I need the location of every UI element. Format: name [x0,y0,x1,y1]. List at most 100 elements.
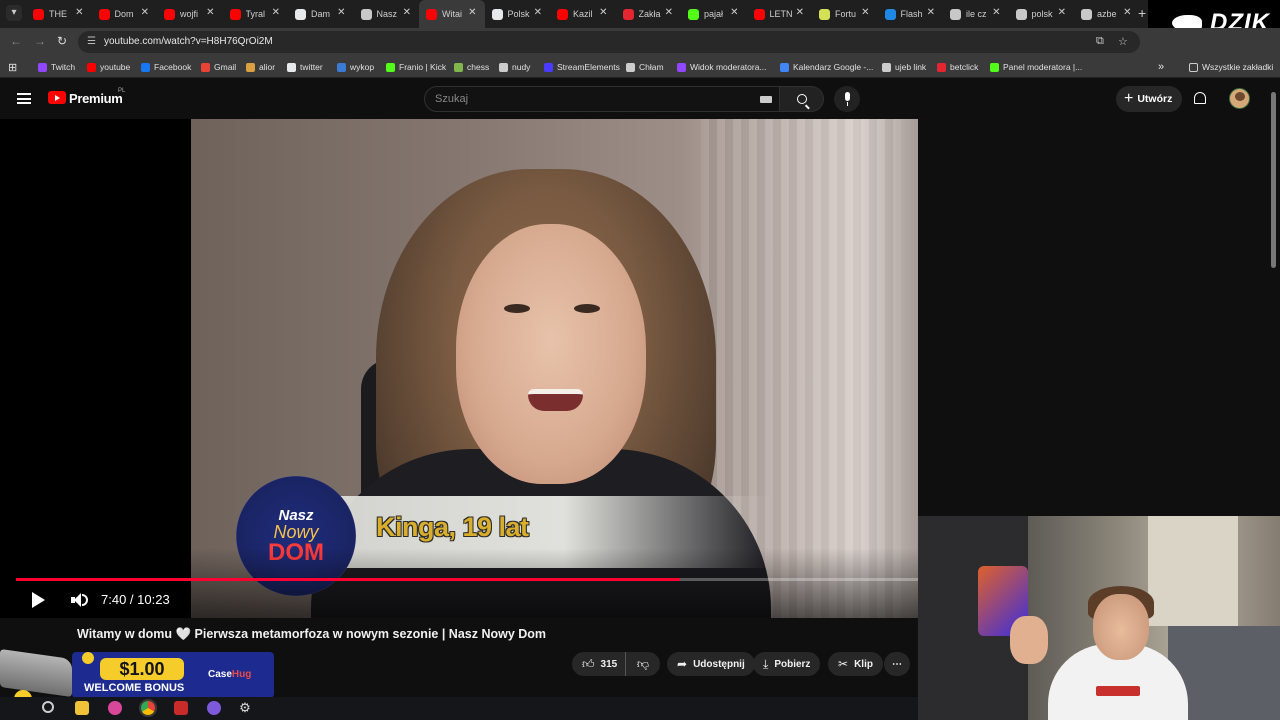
site-info-icon[interactable]: ☰ [87,36,96,47]
youtube-logo-icon[interactable] [48,91,66,104]
bookmark-item[interactable]: nudy [499,56,530,78]
new-tab-button[interactable]: + [1138,6,1146,20]
browser-tab[interactable]: Dam ✕ [288,0,354,28]
browser-tab[interactable]: pajał ✕ [681,0,747,28]
bookmark-item[interactable]: StreamElements [544,56,620,78]
browser-tab[interactable]: Zakła ✕ [616,0,682,28]
browser-tab[interactable]: Witai ✕ [419,0,485,28]
bookmark-item[interactable]: alior [246,56,275,78]
bookmark-favicon-icon [287,62,296,72]
tab-close-icon[interactable]: ✕ [796,8,804,18]
browser-tab[interactable]: azbe ✕ [1074,0,1140,28]
tab-search-menu-button[interactable]: ▾ [6,5,22,21]
tab-close-icon[interactable]: ✕ [468,8,476,18]
back-arrow-icon[interactable]: ← [10,34,22,48]
tab-close-icon[interactable]: ✕ [1123,8,1131,18]
bookmark-star-icon[interactable]: ☆ [1118,35,1128,48]
bookmark-item[interactable]: Widok moderatora... [677,56,767,78]
bookmark-item[interactable]: Facebook [141,56,191,78]
bookmark-item[interactable]: Gmail [201,56,236,78]
browser-tab[interactable]: Polsk ✕ [485,0,551,28]
address-bar[interactable]: ☰ youtube.com/watch?v=H8H76QrOi2M ⧉ ☆ [78,31,1140,53]
share-button[interactable]: ➦ Udostępnij [667,652,755,676]
browser-tab[interactable]: polsk ✕ [1009,0,1075,28]
right-eye [574,304,600,313]
apps-grid-icon[interactable]: ⊞ [8,56,17,78]
browser-tab[interactable]: Kazil ✕ [550,0,616,28]
reload-icon[interactable]: ↻ [57,34,67,48]
bookmark-item[interactable]: Twitch [38,56,75,78]
tab-favicon-icon [819,8,830,20]
tab-close-icon[interactable]: ✕ [599,8,607,18]
tab-close-icon[interactable]: ✕ [861,8,869,18]
file-explorer-icon[interactable] [75,701,89,715]
bookmark-item[interactable]: Franio | Kick [386,56,446,78]
tab-close-icon[interactable]: ✕ [1058,8,1066,18]
tab-close-icon[interactable]: ✕ [403,8,411,18]
tab-close-icon[interactable]: ✕ [665,8,673,18]
browser-tab[interactable]: THE ✕ [26,0,92,28]
search-button[interactable] [780,86,824,112]
tab-close-icon[interactable]: ✕ [730,8,738,18]
browser-tab[interactable]: Nasz ✕ [354,0,420,28]
like-button[interactable]: 👍︎ 315 [572,652,626,676]
download-button[interactable]: ⤓ Pobierz [753,652,821,676]
bookmark-item[interactable]: chess [454,56,489,78]
tab-close-icon[interactable]: ✕ [992,8,1000,18]
search-input[interactable]: Szukaj [424,86,780,112]
taskbar-app-icon[interactable] [207,701,221,715]
browser-tab[interactable]: Tyral ✕ [223,0,289,28]
bookmark-item[interactable]: Chłam [626,56,664,78]
bookmark-item[interactable]: wykop [337,56,374,78]
play-icon[interactable] [32,592,45,608]
tab-close-icon[interactable]: ✕ [272,8,280,18]
url-text[interactable]: youtube.com/watch?v=H8H76QrOi2M [104,36,273,47]
tab-close-icon[interactable]: ✕ [534,8,542,18]
search-icon [796,94,807,104]
dislike-button[interactable]: 👎︎ [626,657,660,672]
bookmark-item[interactable]: Kalendarz Google -... [780,56,873,78]
menu-hamburger-icon[interactable] [17,93,31,104]
clip-button[interactable]: ✂ Klip [828,652,883,676]
page-scrollbar[interactable] [1271,92,1276,268]
tab-label: Dam [311,9,331,19]
bookmark-item[interactable]: youtube [87,56,130,78]
taskbar-search-icon[interactable] [42,701,54,713]
chrome-icon[interactable] [141,701,155,715]
install-app-icon[interactable]: ⧉ [1096,35,1104,48]
tab-close-icon[interactable]: ✕ [141,8,149,18]
browser-tab[interactable]: Fortu ✕ [812,0,878,28]
tab-close-icon[interactable]: ✕ [206,8,214,18]
tab-label: Witai [442,9,462,19]
tab-close-icon[interactable]: ✕ [337,8,345,18]
create-button[interactable]: + Utwórz [1116,86,1182,112]
progress-bar[interactable] [16,578,918,581]
avatar[interactable] [1229,88,1250,109]
bookmark-item[interactable]: betclick [937,56,978,78]
bookmark-item[interactable]: ujeb link [882,56,926,78]
browser-tab[interactable]: ile cz ✕ [943,0,1009,28]
bookmark-item[interactable]: twitter [287,56,323,78]
all-bookmarks-folder[interactable]: Wszystkie zakładki [1189,56,1273,78]
browser-tab[interactable]: Flash ✕ [878,0,944,28]
taskbar-app-icon[interactable] [174,701,188,715]
webcam-streamer-hand [1010,616,1048,664]
browser-tab[interactable]: wojfi ✕ [157,0,223,28]
video-player[interactable]: Kinga, 19 lat Nasz Nowy DOM 7:40 / 10:23 [0,119,918,618]
tab-label: Tyral [245,9,266,19]
browser-tab[interactable]: LETN ✕ [747,0,813,28]
more-actions-button[interactable]: ⋯ [884,652,910,676]
tab-close-icon[interactable]: ✕ [75,8,83,18]
browser-tab[interactable]: Dom ✕ [92,0,158,28]
more-bookmarks-chevron-icon[interactable]: » [1158,56,1164,78]
voice-search-mic-icon[interactable] [834,86,860,112]
taskbar-app-icon[interactable] [108,701,122,715]
settings-gear-icon[interactable]: ⚙ [238,701,252,715]
bookmark-item[interactable]: Panel moderatora |... [990,56,1082,78]
youtube-premium-logo-text[interactable]: Premium [69,91,123,106]
forward-arrow-icon[interactable]: → [34,34,46,48]
video-frame[interactable]: Kinga, 19 lat Nasz Nowy DOM [191,119,918,618]
keyboard-icon[interactable] [760,96,772,103]
notifications-bell-icon[interactable] [1194,92,1206,104]
tab-close-icon[interactable]: ✕ [927,8,935,18]
